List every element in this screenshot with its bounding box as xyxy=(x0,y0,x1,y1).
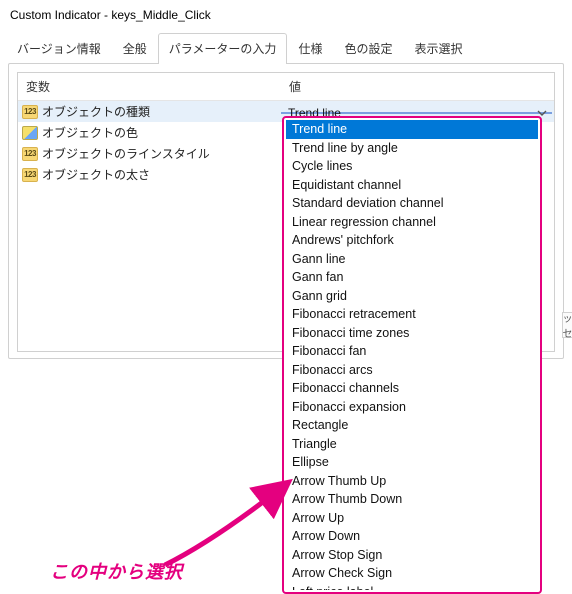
dropdown-option[interactable]: Cycle lines xyxy=(286,157,538,176)
dropdown-option[interactable]: Gann fan xyxy=(286,268,538,287)
window-title: Custom Indicator - keys_Middle_Click xyxy=(0,0,572,32)
dropdown-option[interactable]: Fibonacci time zones xyxy=(286,324,538,343)
dropdown-option[interactable]: Gann grid xyxy=(286,287,538,306)
row-label: オブジェクトの太さ xyxy=(42,166,150,183)
number-icon: 123 xyxy=(22,168,38,182)
dropdown-option[interactable]: Linear regression channel xyxy=(286,213,538,232)
dropdown-option[interactable]: Fibonacci retracement xyxy=(286,305,538,324)
object-type-dropdown: Trend lineTrend line by angleCycle lines… xyxy=(282,116,542,594)
dropdown-option[interactable]: Ellipse xyxy=(286,453,538,472)
tab-4[interactable]: 色の設定 xyxy=(333,33,403,64)
number-icon: 123 xyxy=(22,105,38,119)
color-icon xyxy=(22,126,38,140)
dropdown-option[interactable]: Arrow Check Sign xyxy=(286,564,538,583)
dropdown-option[interactable]: Trend line by angle xyxy=(286,139,538,158)
dropdown-option[interactable]: Triangle xyxy=(286,435,538,454)
dropdown-option[interactable]: Left price label xyxy=(286,583,538,591)
column-header-value[interactable]: 値 xyxy=(281,73,554,100)
tab-1[interactable]: 全般 xyxy=(112,33,158,64)
dropdown-option[interactable]: Andrews' pitchfork xyxy=(286,231,538,250)
dropdown-option[interactable]: Standard deviation channel xyxy=(286,194,538,213)
dropdown-option[interactable]: Fibonacci fan xyxy=(286,342,538,361)
dropdown-option[interactable]: Arrow Up xyxy=(286,509,538,528)
column-header-variable[interactable]: 変数 xyxy=(18,73,281,100)
dropdown-option[interactable]: Trend line xyxy=(286,120,538,139)
table-header-row: 変数 値 xyxy=(18,73,554,101)
dropdown-option[interactable]: Equidistant channel xyxy=(286,176,538,195)
dropdown-option[interactable]: Fibonacci channels xyxy=(286,379,538,398)
tab-2[interactable]: パラメーターの入力 xyxy=(158,33,288,64)
row-label: オブジェクトの種類 xyxy=(42,103,150,120)
dropdown-option[interactable]: Fibonacci expansion xyxy=(286,398,538,417)
tab-5[interactable]: 表示選択 xyxy=(403,33,473,64)
dropdown-option[interactable]: Fibonacci arcs xyxy=(286,361,538,380)
row-label: オブジェクトのラインスタイル xyxy=(42,145,210,162)
tab-0[interactable]: バージョン情報 xyxy=(6,33,112,64)
dropdown-option[interactable]: Arrow Down xyxy=(286,527,538,546)
number-icon: 123 xyxy=(22,147,38,161)
side-button-partial[interactable]: ッセ xyxy=(562,312,572,338)
dropdown-option[interactable]: Gann line xyxy=(286,250,538,269)
tab-3[interactable]: 仕様 xyxy=(287,33,333,64)
window: Custom Indicator - keys_Middle_Click バージ… xyxy=(0,0,572,594)
dropdown-option[interactable]: Rectangle xyxy=(286,416,538,435)
dropdown-option[interactable]: Arrow Thumb Down xyxy=(286,490,538,509)
tab-strip: バージョン情報全般パラメーターの入力仕様色の設定表示選択 xyxy=(0,33,572,64)
object-type-combobox[interactable]: Trend line xyxy=(281,112,552,114)
dropdown-option[interactable]: Arrow Stop Sign xyxy=(286,546,538,565)
annotation-text: この中から選択 xyxy=(50,558,183,584)
dropdown-option[interactable]: Arrow Thumb Up xyxy=(286,472,538,491)
dropdown-list[interactable]: Trend lineTrend line by angleCycle lines… xyxy=(286,120,538,590)
row-label: オブジェクトの色 xyxy=(42,124,138,141)
